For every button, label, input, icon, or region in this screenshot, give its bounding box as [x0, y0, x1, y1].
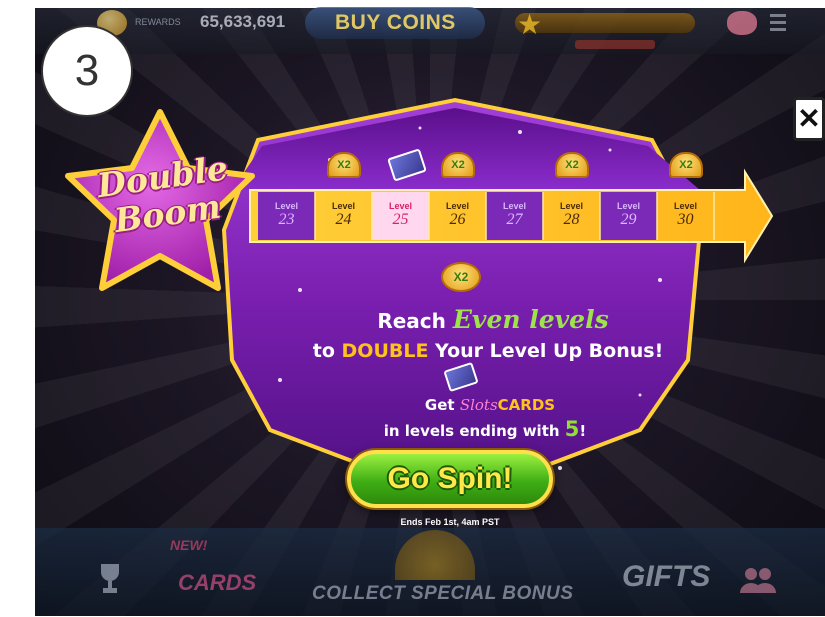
level-number: 27: [506, 210, 523, 228]
x2-badge: X2: [555, 152, 589, 178]
level-cell-30: Level 30: [657, 188, 714, 242]
reach-prefix: Reach: [377, 309, 453, 333]
level-word: Level: [673, 200, 697, 211]
level-number: 26: [449, 210, 466, 228]
level-cell-27: Level 27: [486, 188, 543, 242]
level-word: Level: [274, 200, 298, 211]
x2-label: X2: [565, 159, 579, 171]
level-word: Level: [559, 200, 583, 211]
bonus-suffix: Your Level Up Bonus!: [428, 340, 664, 362]
get-slot-cards-text: Get SlotsCARDS: [330, 396, 650, 414]
ending-suffix: !: [579, 422, 587, 440]
x2-badge: X2: [669, 152, 703, 178]
step-number-badge: 3: [41, 25, 133, 117]
level-cell-23: Level 23: [258, 188, 315, 242]
x2-label: X2: [337, 159, 351, 171]
level-number: 25: [392, 210, 409, 228]
level-word: Level: [388, 200, 412, 211]
x2-badge: X2: [441, 152, 475, 178]
bonus-prefix: to: [312, 340, 342, 362]
x2-label: X2: [679, 159, 693, 171]
level-number: 28: [563, 210, 580, 228]
close-icon: ✕: [797, 103, 821, 134]
slots-word: Slots: [459, 396, 498, 414]
level-cell-24: Level 24: [315, 188, 372, 242]
level-track: Level 23 Level 24 Level 25 Level 26 Leve…: [258, 188, 714, 242]
close-button[interactable]: ✕: [793, 97, 825, 141]
x2-label: X2: [451, 159, 465, 171]
level-cell-26: Level 26: [429, 188, 486, 242]
promo-end-time: Ends Feb 1st, 4am PST: [400, 517, 500, 527]
x2-badge: X2: [327, 152, 361, 178]
level-word: Level: [445, 200, 469, 211]
go-spin-button[interactable]: Go Spin!: [347, 450, 553, 508]
x2-badge: X2: [441, 262, 481, 292]
double-highlight: DOUBLE: [341, 340, 429, 362]
even-levels-highlight: Even levels: [452, 305, 609, 334]
level-number: 29: [620, 210, 637, 228]
levels-ending-text: in levels ending with 5!: [320, 417, 650, 441]
level-cell-25: Level 25: [372, 188, 429, 242]
level-word: Level: [616, 200, 640, 211]
level-word: Level: [502, 200, 526, 211]
ending-prefix: in levels ending with: [383, 422, 565, 440]
level-cell-29: Level 29: [600, 188, 657, 242]
level-word: Level: [331, 200, 355, 211]
double-bonus-text: to DOUBLE Your Level Up Bonus!: [258, 340, 718, 362]
get-prefix: Get: [424, 396, 460, 414]
level-number: 23: [278, 210, 295, 228]
level-cell-28: Level 28: [543, 188, 600, 242]
level-number: 30: [677, 210, 694, 228]
level-number: 24: [335, 210, 352, 228]
cards-word: CARDS: [497, 396, 556, 414]
reach-even-levels-text: Reach Even levels: [298, 305, 688, 334]
x2-label: X2: [453, 270, 469, 284]
ending-number: 5: [564, 417, 580, 441]
go-spin-label: Go Spin!: [387, 462, 513, 495]
